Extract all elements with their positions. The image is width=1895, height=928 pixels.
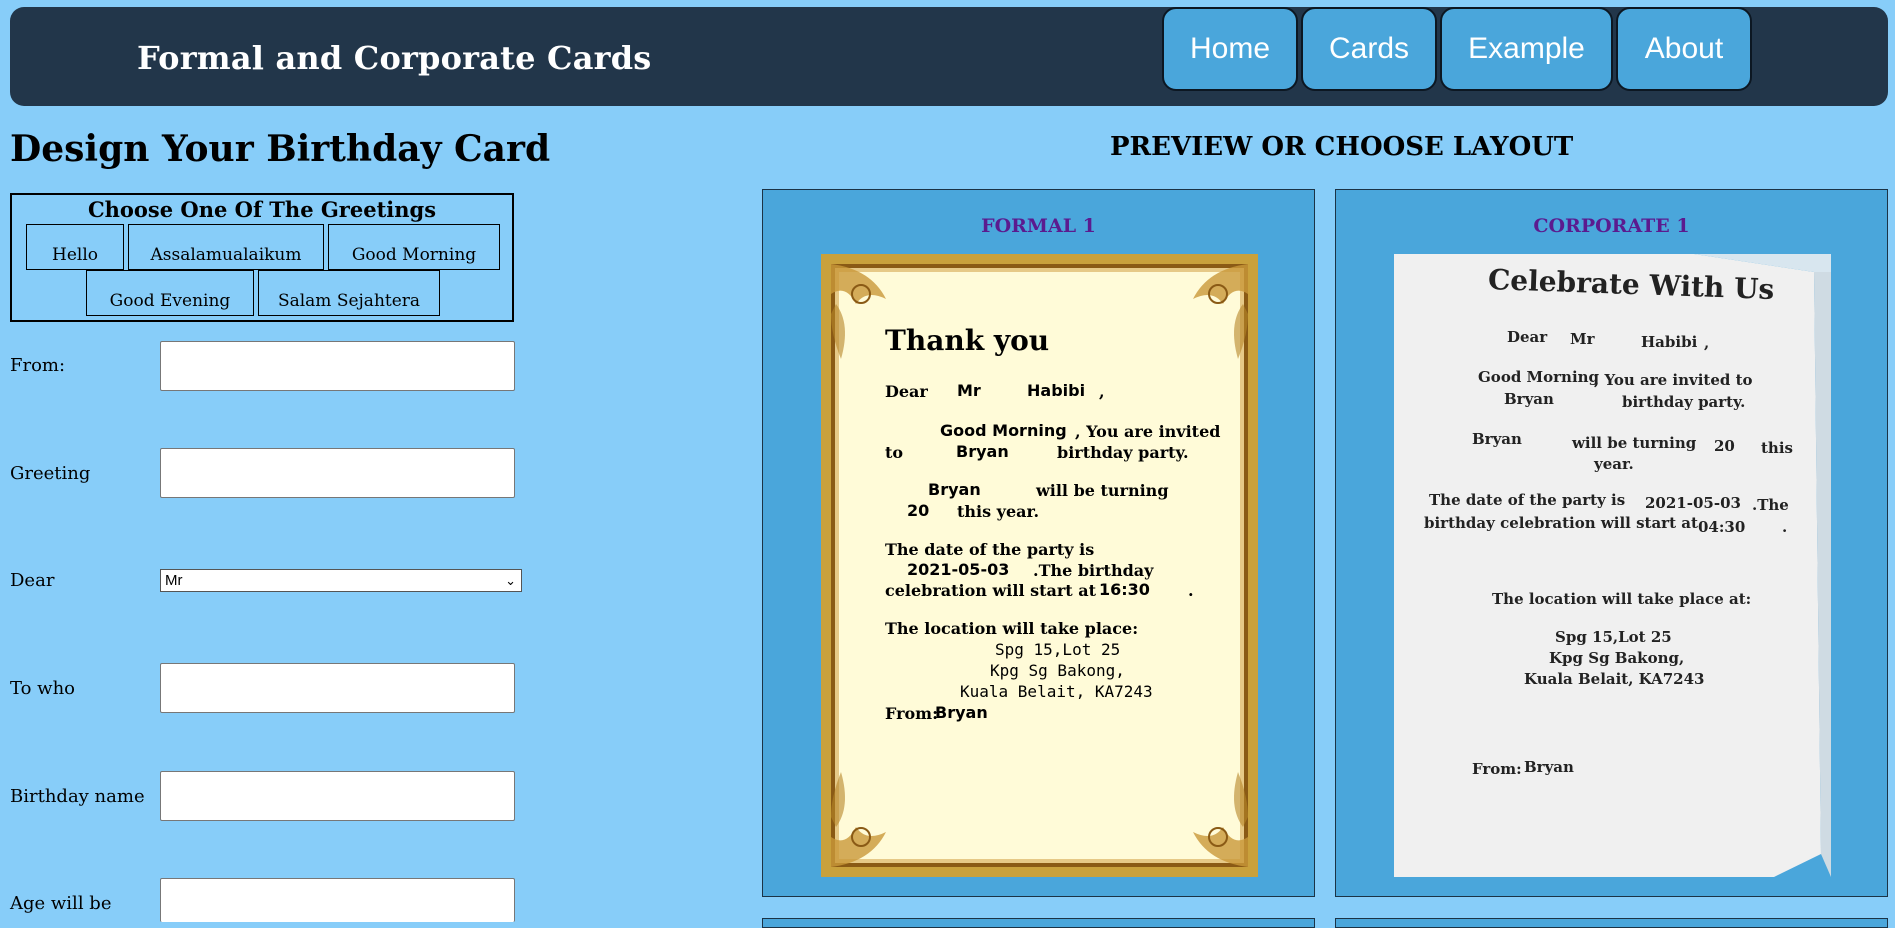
page-title: Design Your Birthday Card	[10, 128, 551, 170]
formal-date-intro: The date of the party is	[885, 540, 1095, 559]
next-card-panel[interactable]	[762, 918, 1315, 928]
formal-party: birthday party.	[1057, 443, 1189, 462]
greeting-label: Greeting	[10, 463, 91, 484]
greeting-assalamualaikum-button[interactable]: Assalamualaikum	[128, 224, 324, 270]
age-label: Age will be	[10, 893, 112, 914]
formal-celebration: celebration will start at	[885, 581, 1096, 600]
formal-from-name: Bryan	[935, 703, 988, 722]
formal-address-line: Spg 15,Lot 25	[995, 640, 1121, 659]
corporate-from-label: From:	[1472, 760, 1522, 778]
corporate-year: year.	[1594, 455, 1634, 473]
corporate-celebration: birthday celebration will start at	[1424, 514, 1698, 532]
corporate-period: .	[1782, 518, 1788, 536]
ornament-corner-icon	[1193, 264, 1248, 359]
formal-salutation: Mr	[957, 381, 981, 400]
formal-greeting: Good Morning	[940, 421, 1067, 440]
corporate-dear: Dear	[1507, 328, 1548, 346]
corporate-address-line: Spg 15,Lot 25	[1555, 628, 1672, 646]
dear-label: Dear	[10, 570, 55, 591]
greetings-title: Choose One Of The Greetings	[87, 197, 437, 222]
from-label: From:	[10, 355, 66, 376]
corporate-invited: , You are invited to	[1594, 371, 1753, 389]
from-input[interactable]	[160, 341, 515, 391]
greeting-input[interactable]	[160, 448, 515, 498]
corporate-date-intro: The date of the party is	[1429, 491, 1626, 509]
formal-to: to	[885, 443, 904, 462]
corporate-location-intro: The location will take place at:	[1492, 590, 1752, 608]
formal-from-label: From:	[885, 704, 939, 723]
corporate-comma: ,	[1704, 334, 1710, 352]
birthday-name-input[interactable]	[160, 771, 515, 821]
main-nav: Home Cards Example About	[1162, 7, 1752, 91]
to-who-label: To who	[10, 678, 76, 699]
ornament-corner-icon	[831, 772, 886, 867]
nav-cards-button[interactable]: Cards	[1301, 7, 1437, 91]
ornament-corner-icon	[1193, 772, 1248, 867]
formal-dear: Dear	[885, 382, 928, 401]
formal-card-panel[interactable]: FORMAL 1 Thank you Dear Mr Habibi , Good…	[762, 189, 1315, 897]
formal-address-line: Kuala Belait, KA7243	[960, 682, 1153, 701]
formal-birthday-name: Bryan	[956, 442, 1009, 461]
formal-time: 16:30	[1099, 580, 1150, 599]
greeting-salam-sejahtera-button[interactable]: Salam Sejahtera	[258, 270, 440, 316]
formal-age: 20	[907, 501, 930, 520]
birthday-name-label: Birthday name	[10, 786, 145, 807]
corporate-greeting: Good Morning	[1478, 368, 1600, 386]
nav-home-button[interactable]: Home	[1162, 7, 1298, 91]
formal-to-name: Habibi	[1027, 381, 1086, 400]
corporate-age: 20	[1714, 437, 1735, 455]
corporate-address-line: Kpg Sg Bakong,	[1549, 649, 1685, 667]
formal-name2: Bryan	[928, 480, 981, 499]
formal-comma: ,	[1099, 382, 1105, 401]
to-who-input[interactable]	[160, 663, 515, 713]
greeting-good-evening-button[interactable]: Good Evening	[86, 270, 254, 316]
formal-period: .	[1188, 581, 1194, 600]
nav-example-button[interactable]: Example	[1440, 7, 1613, 91]
corporate-to-name: Habibi	[1641, 333, 1698, 351]
formal-location-intro: The location will take place:	[885, 619, 1139, 638]
formal-card-title: Thank you	[885, 324, 1050, 357]
greeting-good-morning-button[interactable]: Good Morning	[328, 224, 500, 270]
age-input[interactable]	[160, 878, 515, 922]
corporate-time: 04:30	[1698, 518, 1746, 536]
corporate-date: 2021-05-03	[1645, 494, 1741, 512]
formal-birthday-after: .The birthday	[1033, 561, 1154, 580]
corporate-card-preview[interactable]: Celebrate With Us Dear Mr Habibi , Good …	[1394, 254, 1831, 877]
corporate-turning: will be turning	[1572, 434, 1697, 452]
corporate-card-panel[interactable]: CORPORATE 1 Celebrate With Us Dear Mr Ha…	[1335, 189, 1888, 897]
corporate-address-line: Kuala Belait, KA7243	[1524, 670, 1705, 688]
greetings-box: Choose One Of The Greetings Hello Assala…	[10, 193, 514, 322]
card-paper-shape	[1394, 254, 1831, 877]
formal-address-line: Kpg Sg Bakong,	[990, 661, 1125, 680]
corporate-birthday-name: Bryan	[1504, 390, 1554, 408]
formal-card-preview[interactable]: Thank you Dear Mr Habibi , Good Morning …	[821, 254, 1258, 877]
chevron-down-icon: ⌄	[505, 573, 516, 588]
formal-this-year: this year.	[957, 502, 1040, 521]
formal-card-name: FORMAL 1	[981, 215, 1096, 237]
corporate-this: this	[1761, 439, 1793, 457]
corporate-party: birthday party.	[1622, 393, 1746, 411]
corporate-salutation: Mr	[1570, 330, 1595, 348]
formal-invited: , You are invited	[1075, 422, 1221, 441]
site-title: Formal and Corporate Cards	[137, 39, 652, 77]
formal-date: 2021-05-03	[907, 560, 1010, 579]
dear-select-value: Mr	[165, 572, 183, 589]
preview-heading: PREVIEW OR CHOOSE LAYOUT	[1110, 132, 1574, 162]
formal-turning: will be turning	[1036, 481, 1169, 500]
dear-select[interactable]: Mr ⌄	[160, 569, 522, 592]
corporate-name2: Bryan	[1472, 430, 1522, 448]
nav-about-button[interactable]: About	[1616, 7, 1752, 91]
corporate-card-name: CORPORATE 1	[1533, 215, 1690, 237]
greeting-hello-button[interactable]: Hello	[26, 224, 124, 270]
corporate-the: .The	[1752, 496, 1789, 514]
ornament-corner-icon	[831, 264, 886, 359]
next-card-panel[interactable]	[1335, 918, 1888, 928]
corporate-from-name: Bryan	[1524, 758, 1574, 776]
